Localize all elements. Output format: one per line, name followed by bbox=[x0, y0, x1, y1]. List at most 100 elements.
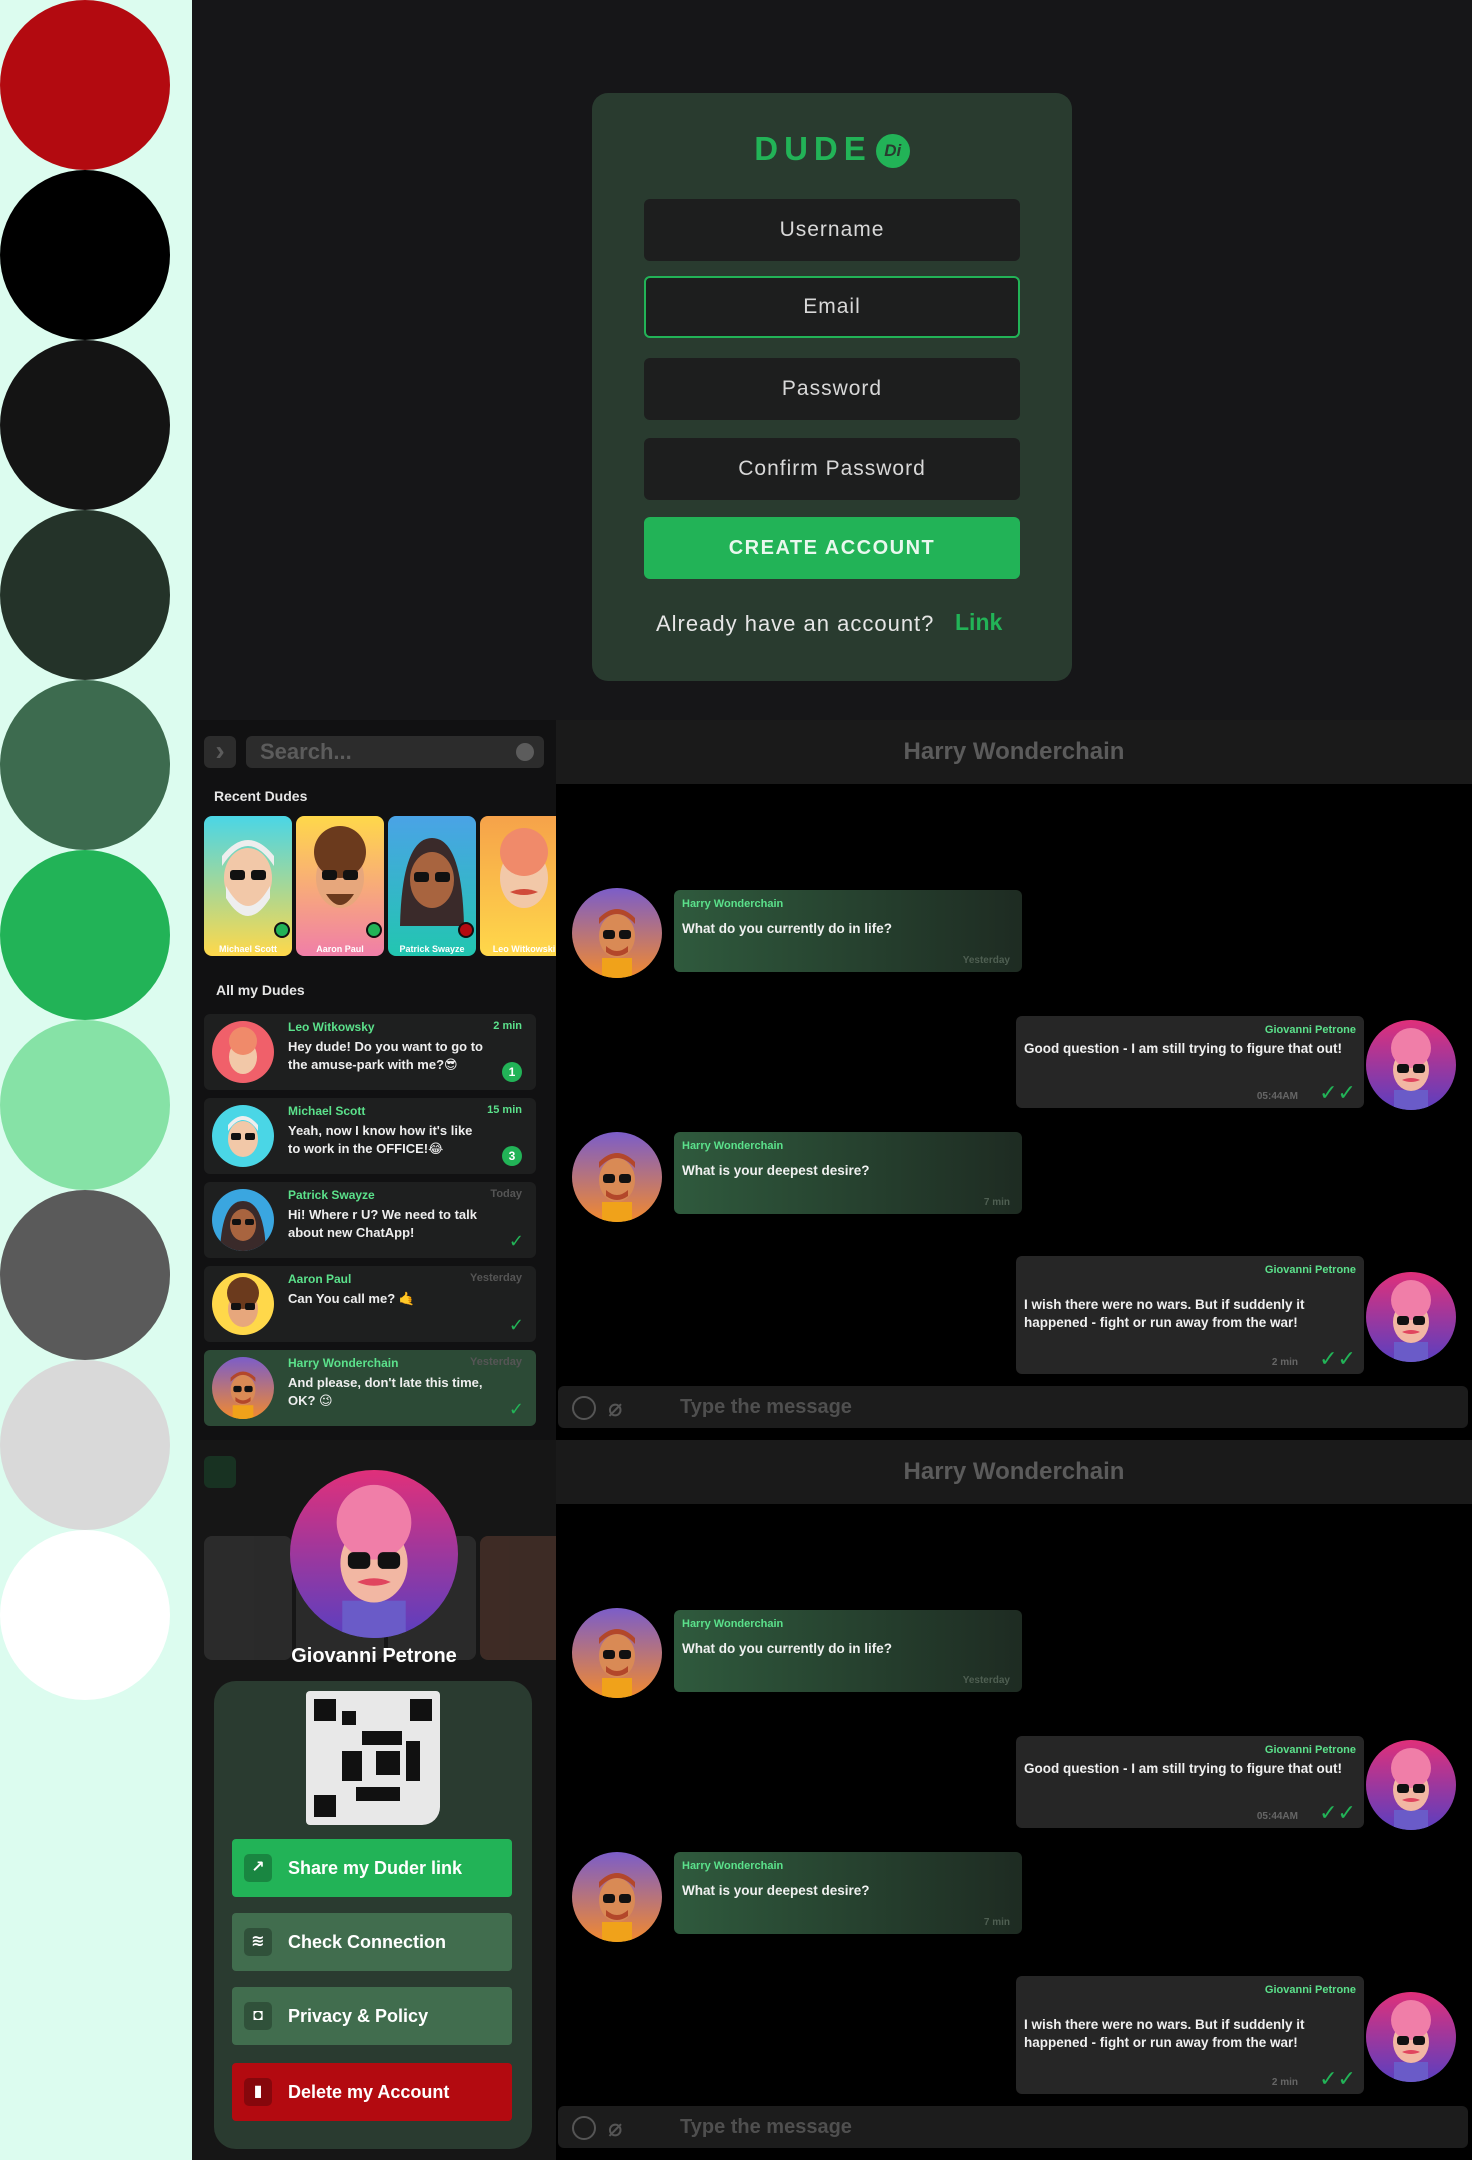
incoming-message: Harry Wonderchain What is your deepest de… bbox=[674, 1852, 1022, 1934]
logo-mark-icon: Di bbox=[875, 134, 910, 169]
share-link-button[interactable]: ↗ Share my Duder link bbox=[232, 1839, 512, 1897]
emoji-icon[interactable] bbox=[572, 1396, 596, 1420]
design-canvas: DUDE Di Username Email Password Confirm P… bbox=[0, 0, 1472, 2160]
double-check-icon: ✓✓ bbox=[1319, 1080, 1356, 1105]
chat-name: Patrick Swayze bbox=[288, 1188, 375, 1202]
qr-code bbox=[306, 1691, 440, 1825]
email-field[interactable]: Email bbox=[644, 276, 1020, 338]
avatar bbox=[212, 1273, 274, 1335]
attach-icon[interactable]: ⌀ bbox=[608, 1394, 622, 1423]
swatch-grey bbox=[0, 1190, 170, 1360]
login-link[interactable]: Link bbox=[955, 609, 1002, 636]
double-check-icon: ✓✓ bbox=[1319, 1800, 1356, 1825]
delete-account-button[interactable]: ▮ Delete my Account bbox=[232, 2063, 512, 2121]
attach-icon[interactable]: ⌀ bbox=[608, 2114, 622, 2143]
chat-name: Aaron Paul bbox=[288, 1272, 352, 1286]
privacy-policy-button[interactable]: ◘ Privacy & Policy bbox=[232, 1987, 512, 2045]
recent-card[interactable]: Patrick Swayze bbox=[388, 816, 476, 956]
own-avatar bbox=[1366, 1272, 1456, 1362]
chat-time: Yesterday bbox=[470, 1356, 522, 1368]
recent-dudes-title: Recent Dudes bbox=[214, 788, 308, 804]
sidebar-topbar: › Search... bbox=[204, 736, 544, 768]
contact-avatar bbox=[572, 888, 662, 978]
already-have-account-text: Already have an account? bbox=[656, 611, 935, 636]
message-input[interactable]: ⌀ Type the message bbox=[558, 2106, 1468, 2148]
swatch-black bbox=[0, 170, 170, 340]
swatch-red bbox=[0, 0, 170, 170]
share-icon: ↗ bbox=[244, 1854, 272, 1882]
incoming-message: Harry Wonderchain What do you currently d… bbox=[674, 1610, 1022, 1692]
recent-name: Michael Scott bbox=[218, 944, 277, 954]
search-input[interactable]: Search... bbox=[246, 736, 544, 768]
recent-card[interactable]: Leo Witkowski bbox=[480, 816, 556, 956]
incoming-message: Harry Wonderchain What is your deepest de… bbox=[674, 1132, 1022, 1214]
avatar bbox=[212, 1189, 274, 1251]
all-dudes-title: All my Dudes bbox=[216, 982, 305, 998]
chat-header-title: Harry Wonderchain bbox=[556, 720, 1472, 784]
chat-preview: And please, don't late this time, OK? 😉 bbox=[288, 1375, 483, 1408]
recent-card[interactable]: Aaron Paul bbox=[296, 816, 384, 956]
username-field[interactable]: Username bbox=[644, 199, 1020, 261]
confirm-password-field[interactable]: Confirm Password bbox=[644, 438, 1020, 500]
contact-avatar bbox=[572, 1132, 662, 1222]
wifi-icon: ≋ bbox=[244, 1928, 272, 1956]
chat-preview: Yeah, now I know how it's like to work i… bbox=[288, 1123, 473, 1156]
avatar bbox=[500, 828, 548, 908]
chat-list-sidebar: › Search... Recent Dudes Michael Scott A… bbox=[192, 720, 556, 1440]
swatch-mid-green bbox=[0, 680, 170, 850]
check-connection-button[interactable]: ≋ Check Connection bbox=[232, 1913, 512, 1971]
recent-name: Leo Witkowski bbox=[492, 944, 556, 954]
chat-list-item[interactable]: Michael Scott 15 min Yeah, now I know ho… bbox=[204, 1098, 536, 1174]
chat-time: Yesterday bbox=[470, 1272, 522, 1284]
chat-window: Harry Wonderchain Harry Wonderchain What … bbox=[556, 1440, 1472, 2160]
chat-name: Michael Scott bbox=[288, 1104, 366, 1118]
chat-preview: Hi! Where r U? We need to talk about new… bbox=[288, 1207, 478, 1240]
outgoing-message: Giovanni Petrone I wish there were no war… bbox=[1016, 1976, 1364, 2094]
signup-card: DUDE Di Username Email Password Confirm P… bbox=[592, 93, 1072, 681]
chat-list-item[interactable]: Leo Witkowsky 2 min Hey dude! Do you wan… bbox=[204, 1014, 536, 1090]
avatar bbox=[212, 1105, 274, 1167]
recent-dudes-strip: Michael Scott Aaron Paul Patrick Swayze … bbox=[204, 816, 556, 956]
profile-actions-panel: ↗ Share my Duder link ≋ Check Connection ◘… bbox=[214, 1681, 532, 2149]
chat-list-item[interactable]: Patrick Swayze Today Hi! Where r U? We n… bbox=[204, 1182, 536, 1258]
recent-name: Patrick Swayze bbox=[399, 944, 465, 954]
password-field[interactable]: Password bbox=[644, 358, 1020, 420]
double-check-icon: ✓✓ bbox=[1319, 1346, 1356, 1371]
own-avatar bbox=[1366, 1020, 1456, 1110]
read-check-icon: ✓ bbox=[508, 1315, 524, 1335]
lock-icon: ◘ bbox=[244, 2002, 272, 2030]
chat-time: 15 min bbox=[487, 1104, 522, 1116]
online-status-dot bbox=[274, 922, 290, 938]
chat-preview: Hey dude! Do you want to go to the amuse… bbox=[288, 1039, 483, 1072]
unread-badge: 1 bbox=[502, 1062, 522, 1082]
message-input[interactable]: ⌀ Type the message bbox=[558, 1386, 1468, 1428]
recent-name: Aaron Paul bbox=[316, 944, 364, 954]
busy-status-dot bbox=[458, 922, 474, 938]
chat-list-item[interactable]: Aaron Paul Yesterday Can You call me? 🤙 … bbox=[204, 1266, 536, 1342]
contact-avatar bbox=[572, 1608, 662, 1698]
avatar bbox=[212, 1021, 274, 1083]
chat-preview: Can You call me? 🤙 bbox=[288, 1291, 415, 1306]
swatch-light-green bbox=[0, 1020, 170, 1190]
chat-name: Leo Witkowsky bbox=[288, 1020, 375, 1034]
chevron-right-icon[interactable]: › bbox=[204, 736, 236, 768]
chat-window: Harry Wonderchain Harry Wonderchain What … bbox=[556, 720, 1472, 1440]
own-avatar bbox=[1366, 1992, 1456, 2082]
recent-card[interactable]: Michael Scott bbox=[204, 816, 292, 956]
incoming-message: Harry Wonderchain What do you currently d… bbox=[674, 890, 1022, 972]
create-account-button[interactable]: CREATE ACCOUNT bbox=[644, 517, 1020, 579]
online-status-dot bbox=[366, 922, 382, 938]
outgoing-message: Giovanni Petrone Good question - I am sti… bbox=[1016, 1736, 1364, 1828]
chat-list-item-selected[interactable]: Harry Wonderchain Yesterday And please, … bbox=[204, 1350, 536, 1426]
chat-header-title: Harry Wonderchain bbox=[556, 1440, 1472, 1504]
emoji-icon[interactable] bbox=[572, 2116, 596, 2140]
app-logo: DUDE Di bbox=[592, 130, 1072, 169]
trash-icon: ▮ bbox=[244, 2078, 272, 2106]
swatch-light-grey bbox=[0, 1360, 170, 1530]
profile-screen: Giovanni Petrone ↗ Share my Duder link ≋ C… bbox=[192, 1440, 556, 2160]
read-check-icon: ✓ bbox=[508, 1399, 524, 1419]
swatch-white bbox=[0, 1530, 170, 1700]
color-palette bbox=[0, 0, 192, 2160]
unread-badge: 3 bbox=[502, 1146, 522, 1166]
outgoing-message: Giovanni Petrone I wish there were no war… bbox=[1016, 1256, 1364, 1374]
